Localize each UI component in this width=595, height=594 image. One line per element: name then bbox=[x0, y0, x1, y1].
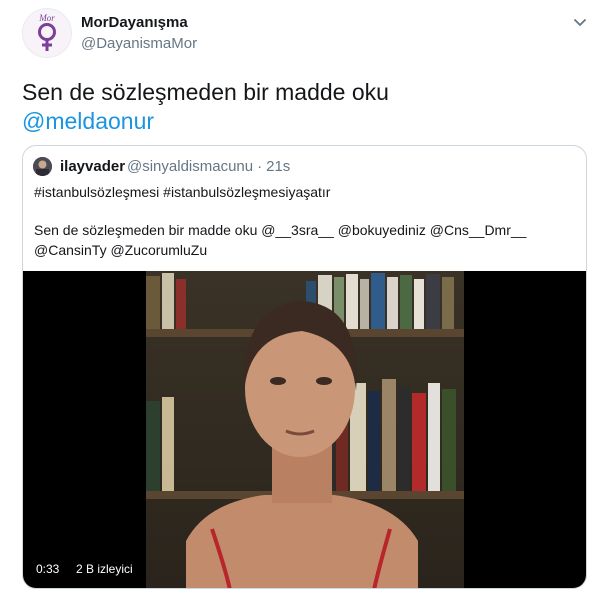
quoted-author-handle[interactable]: @sinyaldismacunu bbox=[127, 158, 253, 175]
quoted-timestamp[interactable]: 21s bbox=[266, 158, 290, 175]
author-handle[interactable]: @DayanismaMor bbox=[81, 35, 197, 52]
meta-separator: · bbox=[257, 158, 263, 175]
svg-text:Mor: Mor bbox=[38, 13, 55, 23]
chevron-down-icon[interactable] bbox=[572, 14, 588, 30]
venus-symbol-logo-icon: Mor bbox=[38, 13, 56, 51]
video-thumbnail bbox=[146, 271, 464, 588]
quoted-tweet-card[interactable]: ilayvader @sinyaldismacunu · 21s #istanbul… bbox=[22, 145, 587, 589]
author-display-name[interactable]: MorDayanışma bbox=[81, 14, 188, 31]
quoted-body-line-1: Sen de sözleşmeden bir madde oku @__3sra… bbox=[34, 222, 527, 238]
tweet-text: Sen de sözleşmeden bir madde oku bbox=[22, 79, 389, 105]
quoted-hashtags[interactable]: #istanbulsözleşmesi #istanbulsözleşmesiy… bbox=[34, 184, 330, 200]
quoted-meta: @sinyaldismacunu · 21s bbox=[127, 158, 294, 175]
quoted-author-display-name[interactable]: ilayvader bbox=[60, 158, 125, 175]
quoted-author-avatar[interactable] bbox=[33, 157, 52, 176]
video-view-count: 2 B izleyici bbox=[76, 562, 133, 576]
video-duration: 0:33 bbox=[36, 562, 60, 576]
tweet-mention-link[interactable]: @meldaonur bbox=[22, 107, 154, 135]
quoted-body-line-2: @CansinTy @ZucorumluZu bbox=[34, 242, 208, 258]
tweet: Mor MorDayanışma @DayanismaMor Sen de sö… bbox=[0, 0, 595, 594]
author-avatar[interactable]: Mor bbox=[22, 8, 72, 58]
video-player[interactable]: 0:33 2 B izleyici bbox=[23, 271, 586, 588]
